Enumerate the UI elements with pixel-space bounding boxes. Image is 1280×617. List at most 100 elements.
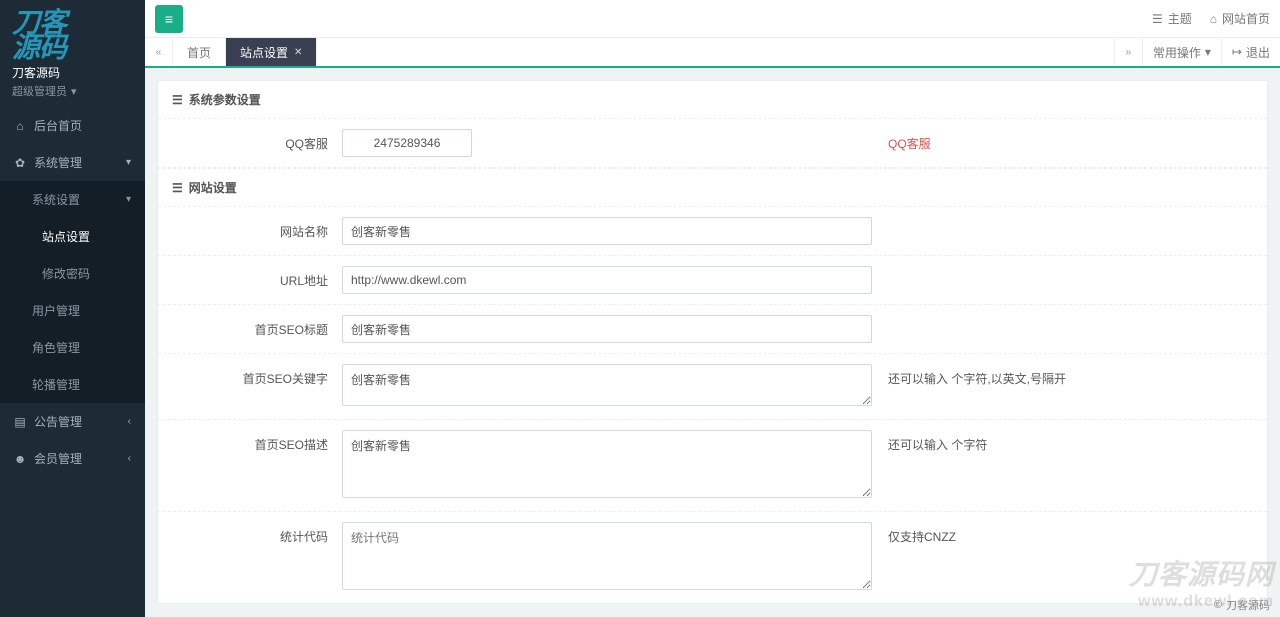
row-seo-title: 首页SEO标题 bbox=[158, 305, 1267, 354]
empty-help bbox=[872, 315, 1253, 321]
section-label: 网站设置 bbox=[189, 179, 237, 196]
double-chevron-left-icon: « bbox=[156, 47, 162, 58]
nav-carousel-mgmt[interactable]: 轮播管理 bbox=[0, 366, 145, 403]
nav-label: 会员管理 bbox=[34, 450, 82, 467]
tabs-prev-button[interactable]: « bbox=[145, 38, 173, 66]
nav-label: 用户管理 bbox=[32, 302, 80, 319]
nav-label: 后台首页 bbox=[34, 117, 82, 134]
user-icon: ☻ bbox=[14, 452, 26, 466]
row-seo-desc: 首页SEO描述 还可以输入 个字符 bbox=[158, 420, 1267, 512]
row-site-name: 网站名称 bbox=[158, 207, 1267, 256]
site-name-label: 网站名称 bbox=[172, 217, 342, 240]
url-input[interactable] bbox=[342, 266, 872, 294]
nav-change-password[interactable]: 修改密码 bbox=[0, 255, 145, 292]
chevron-down-icon: ▾ bbox=[126, 194, 131, 205]
caret-down-icon: ▾ bbox=[1205, 45, 1211, 59]
row-stat-code: 统计代码 仅支持CNZZ bbox=[158, 512, 1267, 603]
nav-admin-home[interactable]: ⌂ 后台首页 bbox=[0, 107, 145, 144]
sidebar: 刀客源码 刀客源码 超级管理员 ▾ ⌂ 后台首页 ✿ 系统管理 ▾ 系统设置 ▾ bbox=[0, 0, 145, 617]
stat-help: 仅支持CNZZ bbox=[872, 522, 1253, 545]
nav-system-settings[interactable]: 系统设置 ▾ bbox=[0, 181, 145, 218]
home-icon: ⌂ bbox=[1210, 12, 1217, 26]
sidebar-nav: ⌂ 后台首页 ✿ 系统管理 ▾ 系统设置 ▾ 站点设置 修改密码 用户管理 bbox=[0, 107, 145, 477]
bars-icon: ≡ bbox=[165, 11, 173, 27]
row-seo-keywords: 首页SEO关键字 还可以输入 个字符,以英文,号隔开 bbox=[158, 354, 1267, 420]
seo-desc-help: 还可以输入 个字符 bbox=[872, 430, 1253, 453]
list-icon: ☰ bbox=[172, 93, 183, 107]
qq-input[interactable] bbox=[342, 129, 472, 157]
site-home-link[interactable]: ⌂ 网站首页 bbox=[1210, 10, 1270, 27]
exit-label: 退出 bbox=[1246, 44, 1270, 61]
role-dropdown[interactable]: 超级管理员 ▾ bbox=[12, 83, 77, 99]
seo-title-label: 首页SEO标题 bbox=[172, 315, 342, 338]
tab-home[interactable]: 首页 bbox=[173, 38, 226, 66]
brand-logo: 刀客源码 bbox=[12, 10, 133, 60]
nav-label: 角色管理 bbox=[32, 339, 80, 356]
common-ops-dropdown[interactable]: 常用操作 ▾ bbox=[1142, 38, 1221, 66]
nav-site-settings[interactable]: 站点设置 bbox=[0, 218, 145, 255]
main-area: ≡ ☰ 主题 ⌂ 网站首页 « 首页 站点设置 ✕ bbox=[145, 0, 1280, 617]
nav-label: 站点设置 bbox=[42, 228, 90, 245]
nav-user-mgmt[interactable]: 用户管理 bbox=[0, 292, 145, 329]
chevron-left-icon: ‹ bbox=[128, 416, 131, 427]
theme-link[interactable]: ☰ 主题 bbox=[1152, 10, 1192, 27]
nav-member-mgmt[interactable]: ☻ 会员管理 ‹ bbox=[0, 440, 145, 477]
home-icon: ⌂ bbox=[14, 119, 26, 133]
copyright-icon: © bbox=[1214, 599, 1222, 611]
chevron-down-icon: ▾ bbox=[126, 157, 131, 168]
seo-kw-textarea[interactable] bbox=[342, 364, 872, 406]
row-qq: QQ客服 QQ客服 bbox=[158, 119, 1267, 168]
qq-help: QQ客服 bbox=[872, 129, 1253, 152]
nav-label: 系统设置 bbox=[32, 191, 80, 208]
settings-panel: ☰ 系统参数设置 QQ客服 QQ客服 ☰ 网站设置 网站名称 bbox=[157, 80, 1268, 604]
tab-label: 站点设置 bbox=[240, 44, 288, 61]
footer-credit-text: 刀客源码 bbox=[1226, 597, 1270, 613]
clipboard-icon: ▤ bbox=[14, 415, 26, 429]
seo-desc-textarea[interactable] bbox=[342, 430, 872, 498]
stat-label: 统计代码 bbox=[172, 522, 342, 545]
gear-icon: ✿ bbox=[14, 156, 26, 170]
tab-right-controls: » 常用操作 ▾ ↦ 退出 bbox=[1114, 38, 1280, 66]
nav-label: 系统管理 bbox=[34, 154, 82, 171]
nav-label: 修改密码 bbox=[42, 265, 90, 282]
tab-site-settings[interactable]: 站点设置 ✕ bbox=[226, 38, 317, 66]
exit-button[interactable]: ↦ 退出 bbox=[1221, 38, 1280, 66]
double-chevron-right-icon: » bbox=[1126, 47, 1132, 58]
topbar: ≡ ☰ 主题 ⌂ 网站首页 bbox=[145, 0, 1280, 38]
seo-kw-help: 还可以输入 个字符,以英文,号隔开 bbox=[872, 364, 1253, 387]
top-links: ☰ 主题 ⌂ 网站首页 bbox=[1152, 10, 1270, 27]
seo-desc-label: 首页SEO描述 bbox=[172, 430, 342, 453]
logout-icon: ↦ bbox=[1232, 45, 1242, 59]
nav-announce-mgmt[interactable]: ▤ 公告管理 ‹ bbox=[0, 403, 145, 440]
stat-textarea[interactable] bbox=[342, 522, 872, 590]
brand-name: 刀客源码 bbox=[12, 64, 133, 81]
close-icon[interactable]: ✕ bbox=[294, 47, 302, 58]
row-url: URL地址 bbox=[158, 256, 1267, 305]
qq-label: QQ客服 bbox=[172, 129, 342, 152]
nav-role-mgmt[interactable]: 角色管理 bbox=[0, 329, 145, 366]
section-site-settings: ☰ 网站设置 bbox=[158, 168, 1267, 207]
content-area: ☰ 系统参数设置 QQ客服 QQ客服 ☰ 网站设置 网站名称 bbox=[145, 68, 1280, 617]
tabs-next-button[interactable]: » bbox=[1114, 38, 1142, 66]
nav-system[interactable]: ✿ 系统管理 ▾ bbox=[0, 144, 145, 181]
site-home-label: 网站首页 bbox=[1222, 10, 1270, 27]
section-system-params: ☰ 系统参数设置 bbox=[158, 81, 1267, 119]
footer-credit: © 刀客源码 bbox=[1214, 597, 1270, 613]
nav-label: 公告管理 bbox=[34, 413, 82, 430]
caret-down-icon: ▾ bbox=[71, 85, 77, 98]
list-icon: ☰ bbox=[1152, 12, 1163, 26]
brand-block: 刀客源码 刀客源码 超级管理员 ▾ bbox=[0, 0, 145, 107]
site-name-input[interactable] bbox=[342, 217, 872, 245]
chevron-left-icon: ‹ bbox=[128, 453, 131, 464]
role-label: 超级管理员 bbox=[12, 83, 67, 99]
empty-help bbox=[872, 266, 1253, 272]
nav-label: 轮播管理 bbox=[32, 376, 80, 393]
theme-label: 主题 bbox=[1168, 10, 1192, 27]
seo-title-input[interactable] bbox=[342, 315, 872, 343]
sidebar-toggle-button[interactable]: ≡ bbox=[155, 5, 183, 33]
common-ops-label: 常用操作 bbox=[1153, 44, 1201, 61]
section-label: 系统参数设置 bbox=[189, 91, 261, 108]
empty-help bbox=[872, 217, 1253, 223]
tabbar: « 首页 站点设置 ✕ » 常用操作 ▾ ↦ 退出 bbox=[145, 38, 1280, 68]
url-label: URL地址 bbox=[172, 266, 342, 289]
